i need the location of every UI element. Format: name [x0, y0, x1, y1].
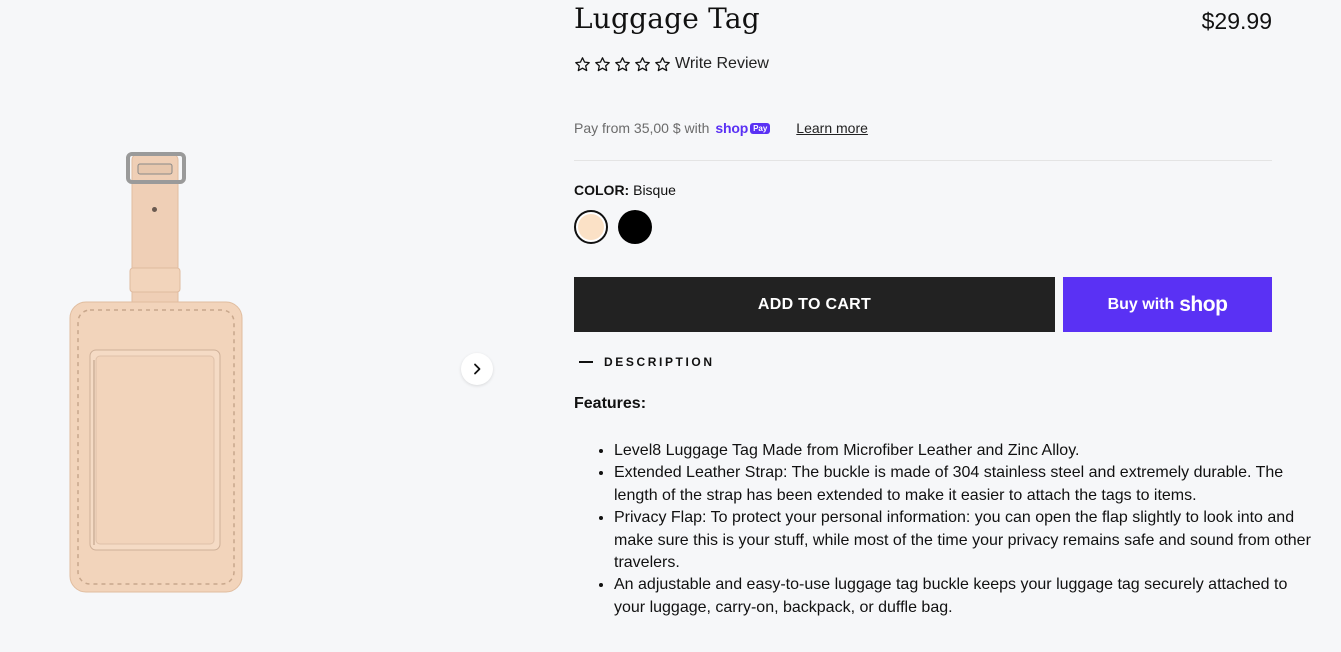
shop-pay-text: Pay from 35,00 $ with	[574, 120, 710, 136]
shop-brand-label: shop	[1179, 292, 1228, 316]
star-outline-icon	[615, 56, 630, 71]
features-list: Level8 Luggage Tag Made from Microfiber …	[574, 440, 1312, 619]
swatch-black[interactable]	[618, 210, 652, 244]
product-gallery	[0, 0, 515, 652]
color-selection-label: COLOR: Bisque	[574, 182, 676, 198]
star-outline-icon	[595, 56, 610, 71]
color-selected-value: Bisque	[633, 182, 676, 198]
shop-pay-logo: shop Pay	[715, 120, 771, 136]
swatch-bisque[interactable]	[574, 210, 608, 244]
list-item: An adjustable and easy-to-use luggage ta…	[614, 574, 1312, 619]
list-item: Level8 Luggage Tag Made from Microfiber …	[614, 440, 1312, 462]
product-price: $29.99	[1201, 8, 1272, 34]
learn-more-link[interactable]: Learn more	[796, 120, 868, 136]
star-rating[interactable]	[574, 56, 671, 73]
shop-pay-badge: Pay	[750, 122, 771, 134]
write-review-link[interactable]: Write Review	[675, 55, 769, 73]
star-outline-icon	[575, 56, 590, 71]
buy-with-shop-button[interactable]: Buy with shop	[1063, 277, 1272, 332]
collapse-dash-icon	[579, 361, 593, 363]
list-item: Extended Leather Strap: The buckle is ma…	[614, 462, 1312, 507]
divider	[574, 160, 1272, 161]
star-outline-icon	[635, 56, 650, 71]
list-item: Privacy Flap: To protect your personal i…	[614, 507, 1312, 574]
shop-pay-installments: Pay from 35,00 $ with shop Pay Learn mor…	[574, 120, 868, 136]
rating-row: Write Review	[574, 55, 769, 73]
add-to-cart-button[interactable]: ADD TO CART	[574, 277, 1055, 332]
purchase-buttons: ADD TO CART Buy with shop	[574, 277, 1272, 332]
shop-pay-brand: shop	[715, 120, 749, 136]
description-toggle[interactable]: DESCRIPTION	[579, 355, 715, 369]
swatch-bisque-fill	[578, 214, 604, 240]
star-outline-icon	[655, 56, 670, 71]
chevron-right-icon	[474, 363, 481, 375]
next-image-button[interactable]	[461, 353, 493, 385]
description-heading: DESCRIPTION	[604, 355, 715, 369]
color-swatches	[574, 210, 652, 244]
product-image	[69, 152, 243, 593]
features-title: Features:	[574, 395, 647, 412]
color-label: COLOR:	[574, 182, 630, 198]
product-title: Luggage Tag	[574, 2, 760, 35]
buy-with-label: Buy with	[1107, 295, 1175, 313]
